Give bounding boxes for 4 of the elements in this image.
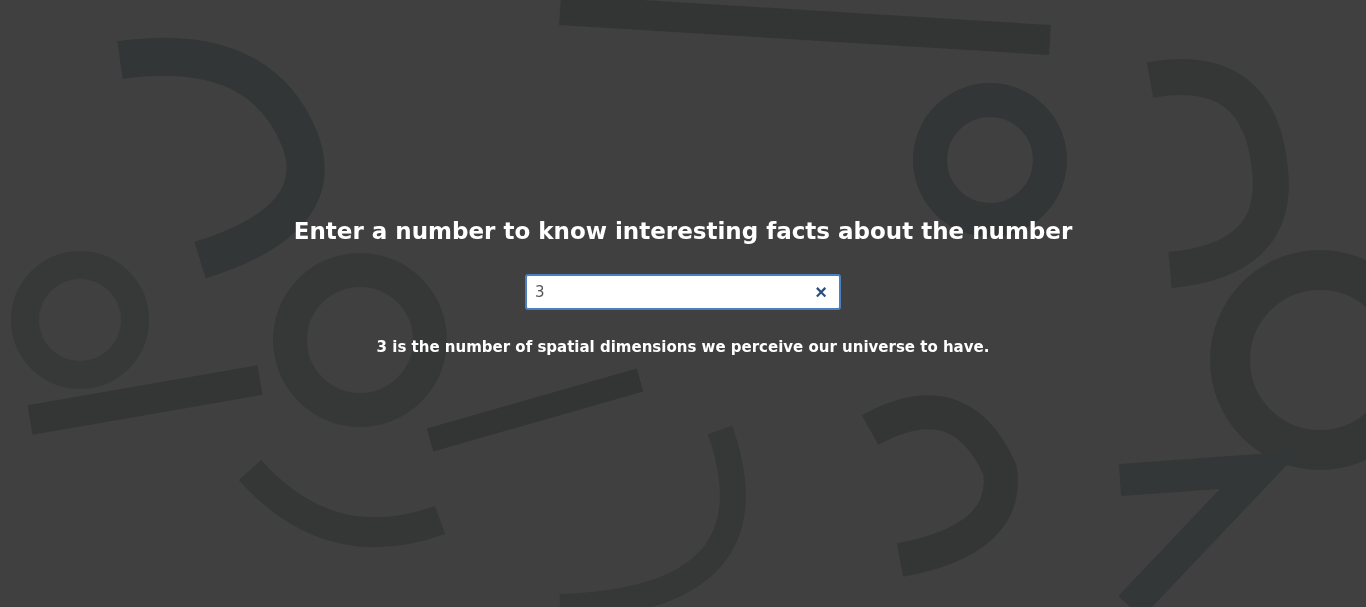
clear-button[interactable]: × bbox=[811, 282, 831, 302]
heading: Enter a number to know interesting facts about the number bbox=[293, 218, 1073, 244]
fact-text: 3 is the number of spatial dimensions we perceive our universe to have. bbox=[376, 338, 990, 356]
search-field[interactable]: 3 × bbox=[525, 274, 841, 310]
